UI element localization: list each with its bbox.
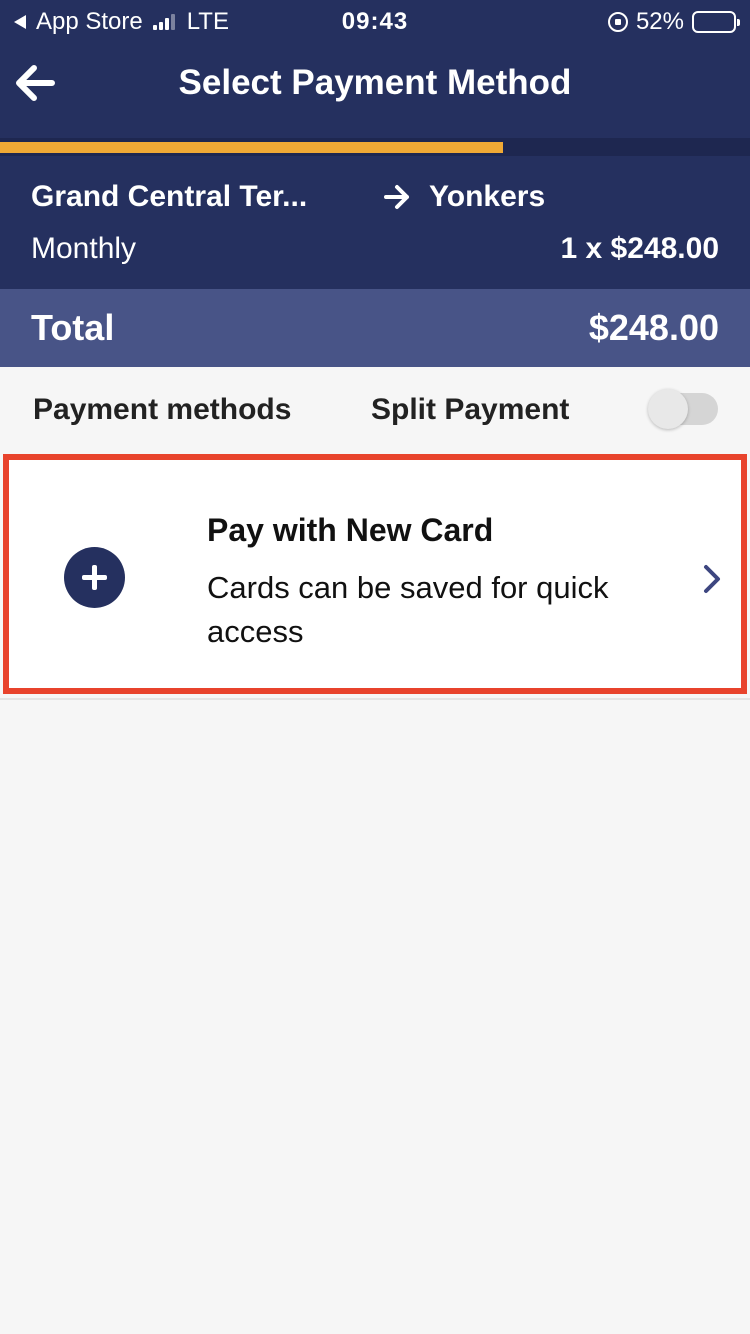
status-right: 52% (607, 8, 740, 36)
payment-methods-header: Payment methods Split Payment (0, 367, 750, 451)
rotation-lock-icon (607, 12, 628, 32)
pay-with-new-card-option[interactable]: Pay with New Card Cards can be saved for… (3, 454, 747, 694)
ticket-period: Monthly (31, 232, 137, 265)
total-label: Total (31, 307, 115, 348)
trip-destination: Yonkers (429, 180, 546, 213)
ticket-price: 1 x $248.00 (560, 232, 719, 265)
split-payment-toggle[interactable] (648, 389, 718, 429)
progress-track (0, 138, 750, 156)
progress-bar (0, 142, 503, 153)
plus-circle-icon (64, 547, 125, 608)
total-bar: Total $248.00 (0, 289, 750, 367)
toggle-knob (648, 389, 688, 429)
trip-summary: Grand Central Ter... Yonkers Monthly 1 x… (0, 156, 750, 289)
new-card-title: Pay with New Card (207, 512, 494, 548)
status-bar: App Store LTE 09:43 52% (0, 0, 750, 40)
divider (0, 698, 750, 700)
total-amount: $248.00 (588, 307, 719, 348)
battery-percent: 52% (635, 8, 684, 35)
split-payment-label: Split Payment (371, 393, 570, 426)
header: App Store LTE 09:43 52% Select Payment M… (0, 0, 750, 156)
nav-bar: Select Payment Method (0, 40, 750, 138)
page-title: Select Payment Method (178, 63, 572, 102)
arrow-right-icon (384, 185, 409, 209)
trip-origin: Grand Central Ter... (31, 180, 308, 213)
chevron-right-icon (704, 565, 720, 593)
payment-methods-label: Payment methods (33, 393, 292, 426)
battery-icon (692, 11, 740, 33)
new-card-subtitle: Cards can be saved for quick access (207, 570, 609, 649)
